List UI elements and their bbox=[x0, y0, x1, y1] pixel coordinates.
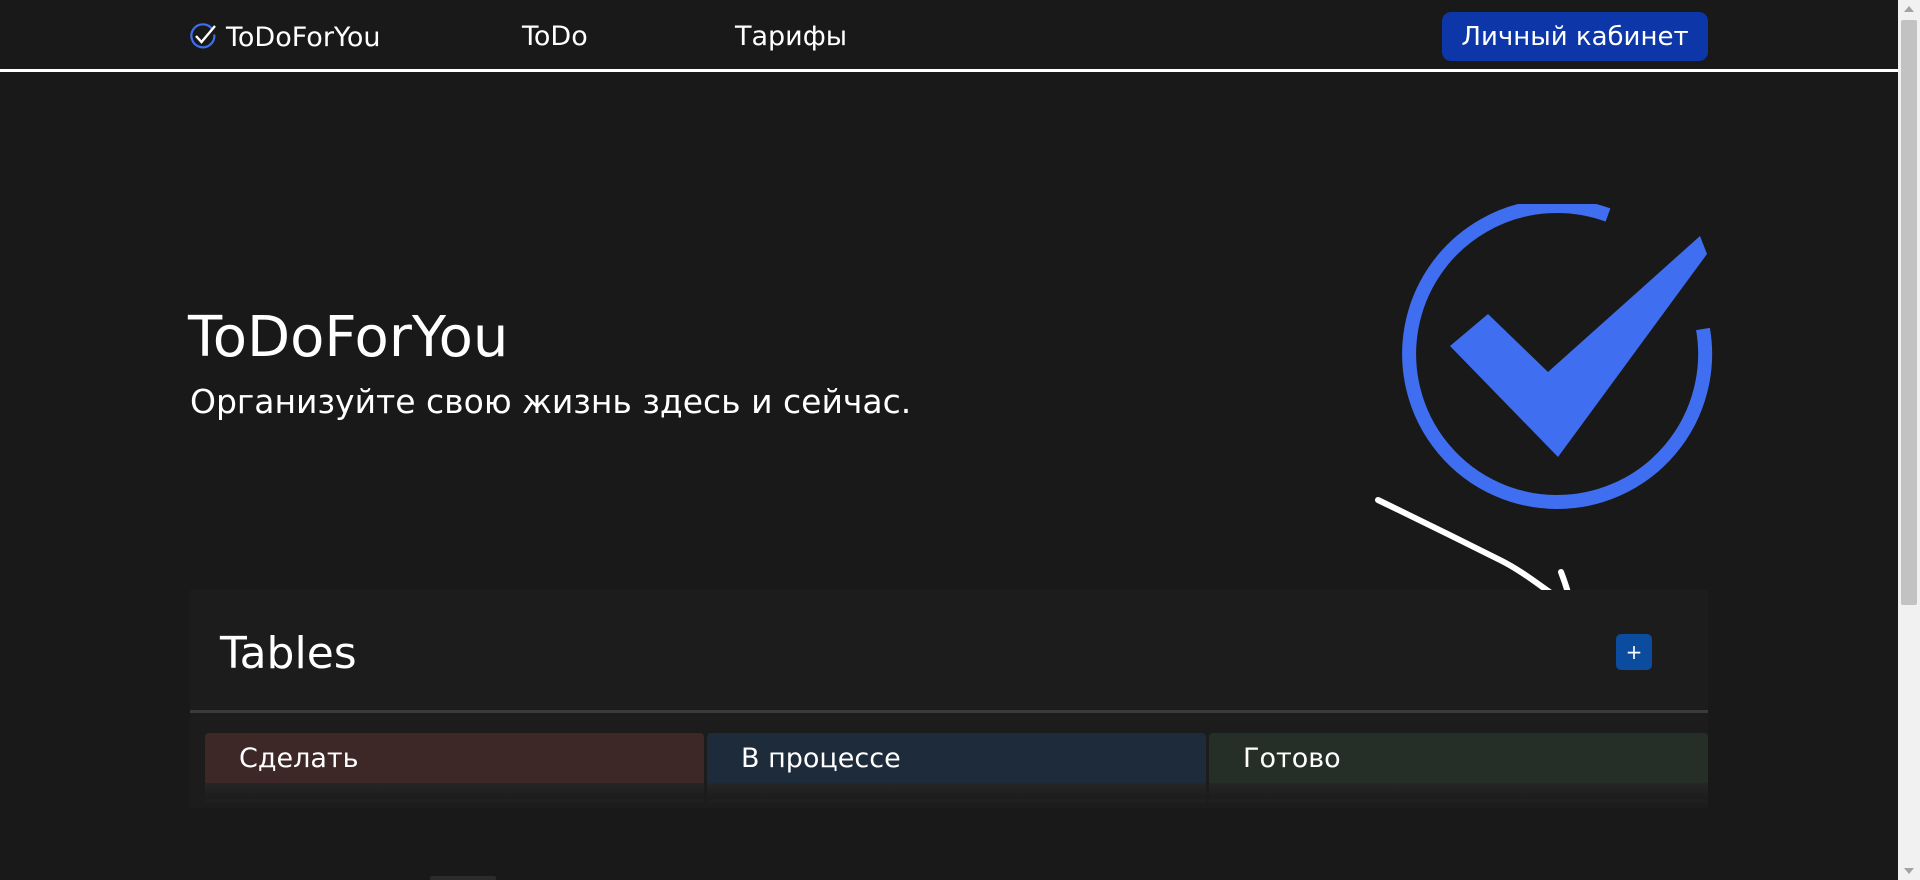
brand-link[interactable]: ToDoForYou bbox=[188, 16, 380, 58]
board-columns: Сделать В процессе Готово bbox=[205, 733, 1708, 803]
scroll-up-arrow-icon[interactable] bbox=[1904, 6, 1914, 12]
column-done[interactable]: Готово bbox=[1209, 733, 1708, 803]
tables-panel: Tables + Сделать В процессе Готово bbox=[190, 590, 1708, 808]
brand-label: ToDoForYou bbox=[226, 21, 381, 53]
column-shadow bbox=[1209, 783, 1708, 799]
nav-link-todo[interactable]: ToDo bbox=[522, 18, 588, 56]
add-table-button[interactable]: + bbox=[1616, 634, 1652, 670]
tables-header: Tables + bbox=[190, 590, 1708, 713]
scroll-down-arrow-icon[interactable] bbox=[1904, 868, 1914, 874]
check-circle-icon bbox=[1402, 204, 1713, 509]
column-todo-title: Сделать bbox=[205, 733, 704, 783]
vertical-scrollbar[interactable] bbox=[1898, 0, 1920, 880]
personal-account-button[interactable]: Личный кабинет bbox=[1442, 12, 1708, 61]
column-shadow bbox=[707, 783, 1206, 799]
hero-subtitle: Организуйте свою жизнь здесь и сейчас. bbox=[190, 382, 912, 421]
column-in-progress[interactable]: В процессе bbox=[707, 733, 1206, 803]
column-in-progress-title: В процессе bbox=[707, 733, 1206, 783]
bottom-edge-element bbox=[430, 876, 496, 880]
column-todo[interactable]: Сделать bbox=[205, 733, 704, 803]
navbar: ToDoForYou ToDo Тарифы Личный кабинет bbox=[0, 0, 1898, 72]
column-shadow bbox=[205, 783, 704, 799]
column-done-title: Готово bbox=[1209, 733, 1708, 783]
page: ToDoForYou ToDo Тарифы Личный кабинет To… bbox=[0, 0, 1920, 880]
nav-link-tariffs[interactable]: Тарифы bbox=[735, 18, 847, 56]
check-circle-icon bbox=[190, 23, 216, 49]
scrollbar-thumb[interactable] bbox=[1901, 20, 1917, 605]
hero-title: ToDoForYou bbox=[188, 305, 509, 370]
tables-title: Tables bbox=[220, 628, 357, 679]
